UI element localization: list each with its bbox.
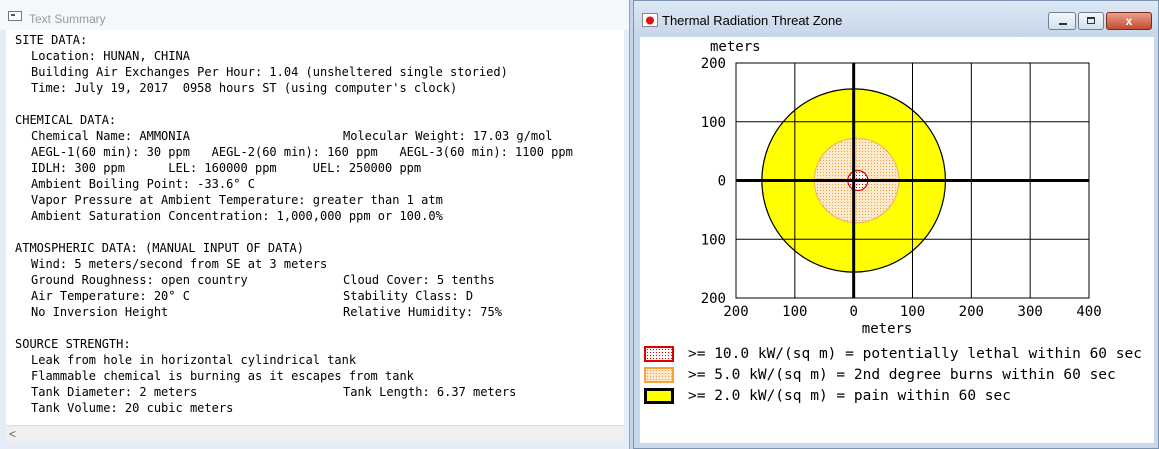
aloha-app-icon xyxy=(642,13,658,27)
legend-label: >= 2.0 kW/(sq m) = pain within 60 sec xyxy=(688,388,1012,404)
minimize-button[interactable] xyxy=(1048,12,1076,30)
summary-line-text: Location: HUNAN, CHINA xyxy=(31,49,190,63)
legend-label: >= 10.0 kW/(sq m) = potentially lethal w… xyxy=(688,346,1142,362)
summary-line: Location: HUNAN, CHINA xyxy=(6,48,624,64)
text-summary-content: SITE DATA: Location: HUNAN, CHINA Building… xyxy=(6,30,624,427)
x-axis-title: meters xyxy=(862,321,913,337)
x-tick-label: 200 xyxy=(959,304,984,320)
summary-line-text: Ambient Boiling Point: -33.6° C xyxy=(31,177,255,191)
text-summary-titlebar[interactable]: Text Summary xyxy=(0,0,629,30)
maximize-button[interactable] xyxy=(1078,12,1104,30)
legend-item-lethal: >= 10.0 kW/(sq m) = potentially lethal w… xyxy=(644,344,1150,364)
minimize-icon xyxy=(1059,23,1067,25)
threat-zone-plot-area: 200 100 0 100 200 200 100 0 100 200 300 400 meters me… xyxy=(640,37,1154,443)
summary-line-text: Wind: 5 meters/second from SE at 3 meter… xyxy=(31,257,328,271)
x-tick-label: 0 xyxy=(849,304,857,320)
x-tick-label: 400 xyxy=(1076,304,1101,320)
summary-line-text: Air Temperature: 20° C xyxy=(31,289,190,303)
summary-line: Time: July 19, 2017 0958 hours ST (using… xyxy=(6,80,624,96)
scroll-left-icon[interactable]: < xyxy=(9,426,16,443)
summary-line: Tank Diameter: 2 meters Tank Length: 6.37… xyxy=(6,384,624,400)
legend-item-burns: >= 5.0 kW/(sq m) = 2nd degree burns with… xyxy=(644,365,1150,385)
y-tick-label: 100 xyxy=(701,232,726,248)
y-tick-label: 100 xyxy=(701,115,726,131)
threat-zone-chart: 2001000100200200 100 0 100 200 300 400metersme… xyxy=(701,39,1102,337)
summary-line: Chemical Name: AMMONIA Molecular Weight: … xyxy=(6,128,624,144)
legend-swatch-yellow xyxy=(644,388,674,404)
window-title: Thermal Radiation Threat Zone xyxy=(662,13,843,28)
section-header: CHEMICAL DATA: xyxy=(15,113,117,127)
window-app-icon xyxy=(8,11,22,21)
section-header: SITE DATA: xyxy=(15,33,88,47)
window-title: Text Summary xyxy=(29,12,106,26)
summary-line: Flammable chemical is burning as it esca… xyxy=(6,368,624,384)
summary-line-text: Tank Volume: 20 cubic meters xyxy=(31,401,234,415)
legend-swatch-orange xyxy=(644,367,674,383)
summary-line: Tank Volume: 20 cubic meters xyxy=(6,400,624,416)
summary-line: Ambient Boiling Point: -33.6° C xyxy=(6,176,624,192)
legend-item-pain: >= 2.0 kW/(sq m) = pain within 60 sec xyxy=(644,386,1150,406)
summary-line: Air Temperature: 20° C Stability Class: D xyxy=(6,288,624,304)
threat-zone-titlebar[interactable]: Thermal Radiation Threat Zone x xyxy=(634,1,1158,37)
summary-line-text: Building Air Exchanges Per Hour: 1.04 (u… xyxy=(31,65,508,79)
x-tick-label: 100 xyxy=(900,304,925,320)
summary-line: AEGL-1(60 min): 30 ppm AEGL-2(60 min): 1… xyxy=(6,144,624,160)
threat-zone-window: Thermal Radiation Threat Zone x 200 100 0 1… xyxy=(633,0,1159,449)
summary-line-text: AEGL-1(60 min): 30 ppm AEGL-2(60 min): 1… xyxy=(31,145,573,159)
summary-line: Building Air Exchanges Per Hour: 1.04 (u… xyxy=(6,64,624,80)
summary-line-text: Ambient Saturation Concentration: 1,000,… xyxy=(31,209,443,223)
summary-line-text: No Inversion Height xyxy=(31,305,169,319)
summary-line-value: Relative Humidity: 75% xyxy=(343,305,502,319)
x-tick-label: 300 xyxy=(1018,304,1043,320)
y-tick-label: 200 xyxy=(701,291,726,307)
y-axis-title: meters xyxy=(710,39,761,55)
summary-line-text: Time: July 19, 2017 0958 hours ST (using… xyxy=(31,81,458,95)
summary-line: Leak from hole in horizontal cylindrical… xyxy=(6,352,624,368)
text-summary-window: Text Summary SITE DATA: Location: HUNAN, … xyxy=(0,0,630,449)
legend-label: >= 5.0 kW/(sq m) = 2nd degree burns with… xyxy=(688,367,1116,383)
close-button[interactable]: x xyxy=(1106,12,1152,30)
summary-line-text: Leak from hole in horizontal cylindrical… xyxy=(31,353,357,367)
summary-line-text: Vapor Pressure at Ambient Temperature: g… xyxy=(31,193,443,207)
close-icon: x xyxy=(1125,14,1133,28)
summary-line-text: IDLH: 300 ppm LEL: 160000 ppm UEL: 25000… xyxy=(31,161,422,175)
summary-line: Ground Roughness: open country Cloud Cove… xyxy=(6,272,624,288)
x-tick-label: 100 xyxy=(782,304,807,320)
section-header: ATMOSPHERIC DATA: (MANUAL INPUT OF DATA) xyxy=(15,241,304,255)
legend-swatch-red xyxy=(644,346,674,362)
summary-line-value: Molecular Weight: 17.03 g/mol xyxy=(343,129,553,143)
y-tick-label: 0 xyxy=(718,174,726,190)
maximize-icon xyxy=(1087,17,1095,24)
summary-line-text: Flammable chemical is burning as it esca… xyxy=(31,369,414,383)
summary-line-text: Chemical Name: AMMONIA xyxy=(31,129,190,143)
x-tick-label: 200 xyxy=(723,304,748,320)
summary-line: IDLH: 300 ppm LEL: 160000 ppm UEL: 25000… xyxy=(6,160,624,176)
summary-line-value: Stability Class: D xyxy=(343,289,474,303)
section-header: SOURCE STRENGTH: xyxy=(15,337,131,351)
summary-line: Wind: 5 meters/second from SE at 3 meter… xyxy=(6,256,624,272)
summary-line-value: Tank Length: 6.37 meters xyxy=(343,385,517,399)
summary-line: Ambient Saturation Concentration: 1,000,… xyxy=(6,208,624,224)
summary-line: No Inversion Height Relative Humidity: 75… xyxy=(6,304,624,320)
horizontal-scrollbar[interactable]: < xyxy=(6,425,624,443)
summary-line: Vapor Pressure at Ambient Temperature: g… xyxy=(6,192,624,208)
summary-line-text: Tank Diameter: 2 meters xyxy=(31,385,198,399)
summary-line-text: Ground Roughness: open country xyxy=(31,273,248,287)
summary-line-value: Cloud Cover: 5 tenths xyxy=(343,273,495,287)
y-tick-label: 200 xyxy=(701,56,726,72)
